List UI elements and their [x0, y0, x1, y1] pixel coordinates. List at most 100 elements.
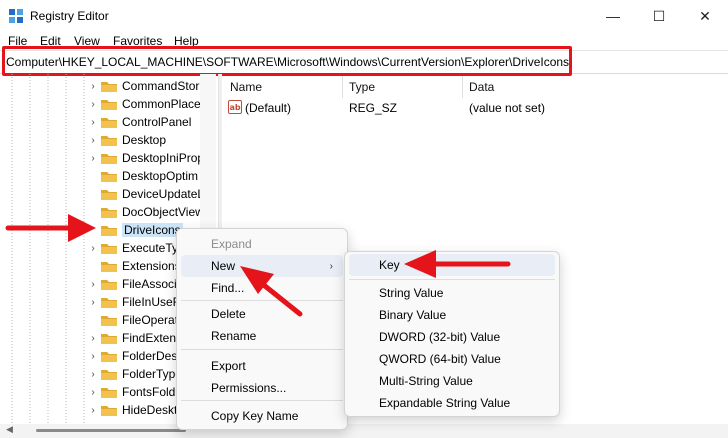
- address-highlight-annotation: [2, 46, 572, 76]
- column-data-header[interactable]: Data: [469, 80, 494, 94]
- tree-item[interactable]: DesktopOptim: [86, 167, 198, 185]
- folder-icon: [101, 81, 117, 92]
- context-menu-item-label: Find...: [211, 281, 245, 295]
- submenu-item-label: String Value: [379, 286, 444, 300]
- chevron-right-icon[interactable]: ›: [86, 369, 100, 380]
- context-menu-item[interactable]: Delete: [181, 303, 343, 325]
- folder-icon: [101, 279, 117, 290]
- tree-item-label: FolderDesc: [122, 349, 184, 363]
- tree-item-label: FindExtens: [122, 331, 183, 345]
- tree-item[interactable]: DriveIcons: [86, 221, 183, 239]
- chevron-right-icon[interactable]: ›: [86, 99, 100, 110]
- tree-item[interactable]: › HideDeskto: [86, 401, 184, 419]
- tree-item[interactable]: › FileAssoci: [86, 275, 176, 293]
- chevron-right-icon[interactable]: ›: [86, 81, 100, 92]
- tree-item[interactable]: FileOperat: [86, 311, 178, 329]
- tree-item[interactable]: › ControlPanel: [86, 113, 191, 131]
- tree-item-label: Extensions: [122, 259, 181, 273]
- context-menu-item[interactable]: New ›: [181, 255, 343, 277]
- chevron-right-icon[interactable]: ›: [86, 405, 100, 416]
- tree-guide-lines: [11, 74, 85, 424]
- tree-item-label: CommonPlace: [122, 97, 201, 111]
- context-menu-item: Expand: [181, 233, 343, 255]
- column-name-header[interactable]: Name: [230, 80, 262, 94]
- submenu-item[interactable]: QWORD (64-bit) Value: [349, 348, 555, 370]
- tree-item-label: DocObjectView: [122, 205, 204, 219]
- context-menu-item[interactable]: Rename: [181, 325, 343, 347]
- submenu-item-label: DWORD (32-bit) Value: [379, 330, 501, 344]
- context-menu: Expand New › Find... Delete Rename Export Permi…: [176, 228, 348, 430]
- context-menu-item[interactable]: Copy Key Name: [181, 405, 343, 427]
- context-menu-item[interactable]: Permissions...: [181, 377, 343, 399]
- tree-item[interactable]: › DesktopIniProp: [86, 149, 204, 167]
- tree-item[interactable]: › CommonPlace: [86, 95, 201, 113]
- maximize-button[interactable]: ☐: [636, 0, 682, 32]
- context-menu-item-label: Expand: [211, 237, 252, 251]
- folder-icon: [101, 297, 117, 308]
- chevron-right-icon[interactable]: ›: [86, 135, 100, 146]
- chevron-right-icon: ›: [329, 260, 333, 272]
- column-divider[interactable]: [462, 76, 463, 98]
- submenu-item-label: Multi-String Value: [379, 374, 473, 388]
- column-divider[interactable]: [342, 76, 343, 98]
- value-name[interactable]: (Default): [245, 101, 291, 115]
- folder-icon: [101, 333, 117, 344]
- context-menu-item-label: Permissions...: [211, 381, 287, 395]
- folder-icon: [101, 171, 117, 182]
- submenu-item[interactable]: String Value: [349, 282, 555, 304]
- chevron-right-icon[interactable]: ›: [86, 279, 100, 290]
- tree-item[interactable]: › CommandStor: [86, 77, 199, 95]
- tree-item[interactable]: › FolderType: [86, 365, 182, 383]
- tree-item[interactable]: DeviceUpdateL: [86, 185, 204, 203]
- tree-item[interactable]: › ExecuteTy: [86, 239, 178, 257]
- folder-icon: [101, 189, 117, 200]
- context-menu-item[interactable]: Export: [181, 355, 343, 377]
- submenu-item[interactable]: Key: [349, 254, 555, 276]
- context-menu-item-label: Delete: [211, 307, 246, 321]
- tree-item[interactable]: › FontsFold: [86, 383, 175, 401]
- submenu-item[interactable]: Binary Value: [349, 304, 555, 326]
- context-menu-item[interactable]: Find...: [181, 277, 343, 299]
- scrollbar-thumb[interactable]: [36, 429, 186, 432]
- folder-icon: [101, 369, 117, 380]
- tree-item-label: ControlPanel: [122, 115, 192, 129]
- tree-item-label: DesktopIniProp: [122, 151, 205, 165]
- tree-item-label: FolderType: [122, 367, 183, 381]
- folder-icon: [101, 225, 117, 236]
- folder-icon: [101, 207, 117, 218]
- submenu-item-label: Binary Value: [379, 308, 447, 322]
- chevron-right-icon[interactable]: ›: [86, 297, 100, 308]
- tree-item[interactable]: DocObjectView: [86, 203, 204, 221]
- submenu-item[interactable]: Expandable String Value: [349, 392, 555, 414]
- tree-item[interactable]: › Desktop: [86, 131, 166, 149]
- minimize-button[interactable]: —: [590, 0, 636, 32]
- value-type: REG_SZ: [349, 101, 398, 115]
- chevron-right-icon[interactable]: ›: [86, 387, 100, 398]
- chevron-right-icon[interactable]: ›: [86, 153, 100, 164]
- tree-item[interactable]: › FolderDesc: [86, 347, 183, 365]
- context-menu-item-label: Copy Key Name: [211, 409, 299, 423]
- chevron-right-icon[interactable]: ›: [86, 117, 100, 128]
- submenu-item[interactable]: DWORD (32-bit) Value: [349, 326, 555, 348]
- menu-separator: [349, 279, 555, 280]
- folder-icon: [101, 387, 117, 398]
- scroll-left-icon[interactable]: ◀: [6, 424, 13, 435]
- tree-item[interactable]: Extensions: [86, 257, 181, 275]
- tree-item[interactable]: › FindExtens: [86, 329, 182, 347]
- column-type-header[interactable]: Type: [349, 80, 375, 94]
- tree-item-label: DesktopOptim: [122, 169, 199, 183]
- tree-item[interactable]: › FileInUseR: [86, 293, 181, 311]
- close-button[interactable]: ✕: [682, 0, 728, 32]
- folder-icon: [101, 243, 117, 254]
- submenu-item[interactable]: Multi-String Value: [349, 370, 555, 392]
- tree-item-label: HideDeskto: [122, 403, 185, 417]
- horizontal-scrollbar[interactable]: ◀: [0, 424, 728, 438]
- chevron-right-icon[interactable]: ›: [86, 351, 100, 362]
- tree-item-label: DeviceUpdateL: [122, 187, 205, 201]
- tree-item-label: DriveIcons: [122, 223, 183, 237]
- new-submenu: Key String Value Binary Value DWORD (32-bit…: [344, 251, 560, 417]
- chevron-right-icon[interactable]: ›: [86, 243, 100, 254]
- folder-icon: [101, 315, 117, 326]
- chevron-right-icon[interactable]: ›: [86, 333, 100, 344]
- tree-item-label: CommandStor: [122, 79, 200, 93]
